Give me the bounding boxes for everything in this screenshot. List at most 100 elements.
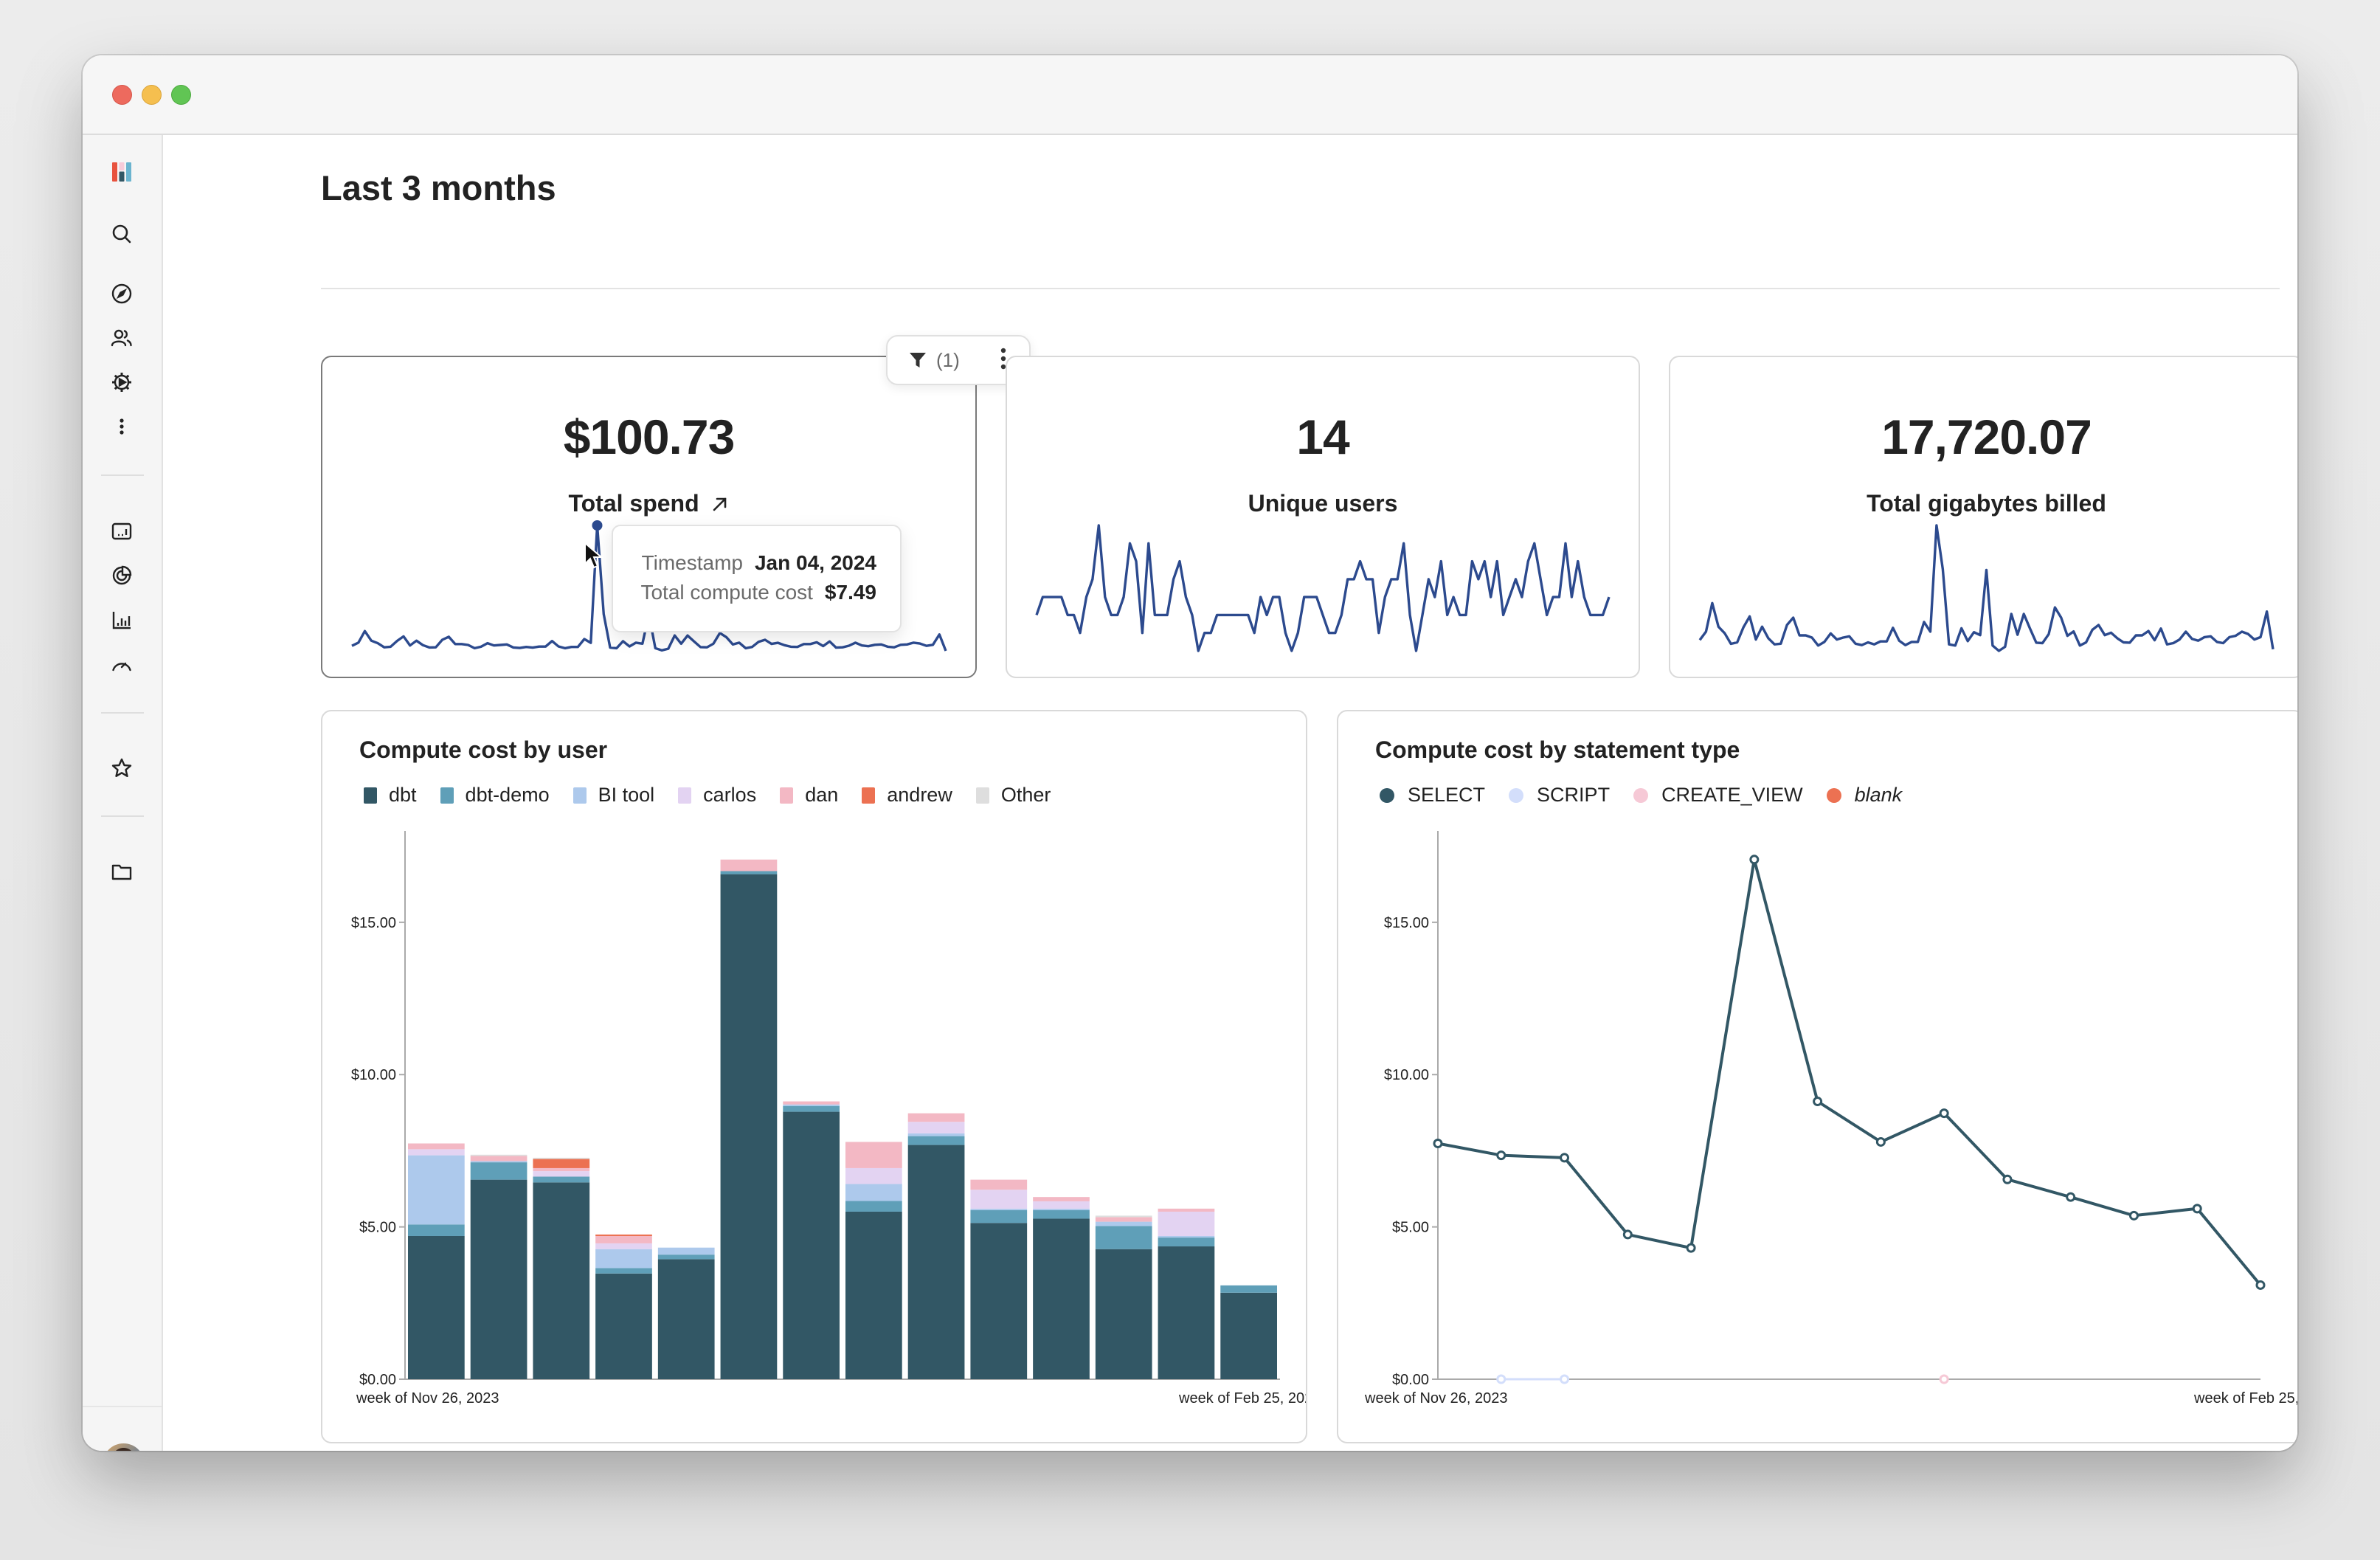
bar-segment-bi-tool [783, 1104, 840, 1106]
chart-plot: $0.00 $5.00 $10.00 $15.00 week of Nov 26, 20… [322, 822, 1321, 1442]
legend-item[interactable]: BI tool [572, 784, 655, 807]
filter-button[interactable]: (1) [908, 349, 960, 372]
bar-segment-dbt-demo [845, 1201, 902, 1212]
sidebar-item-folders[interactable] [107, 857, 136, 886]
pie-chart-icon [112, 565, 132, 585]
bar-segment-dbt [1220, 1292, 1277, 1379]
legend-label: BI tool [598, 784, 655, 806]
legend-item[interactable]: andrew [862, 784, 952, 807]
y-tick-label: $0.00 [359, 1372, 396, 1388]
sidebar-item-explore[interactable] [107, 279, 136, 308]
legend-label: blank [1854, 784, 1903, 806]
sparkline[interactable] [1035, 520, 1611, 660]
y-tick-label: $15.00 [1384, 915, 1429, 931]
sidebar-item-users[interactable] [107, 323, 136, 353]
legend-swatch [440, 787, 454, 804]
data-point-select [2066, 1192, 2076, 1202]
sidebar-item-reports[interactable] [107, 605, 136, 635]
bar-segment-dbt-demo [1033, 1209, 1090, 1219]
kpi-label: Unique users [1248, 490, 1398, 517]
bar-segment-dbt [595, 1273, 652, 1379]
bar-segment-dan [783, 1101, 840, 1105]
legend-label: dbt [389, 784, 417, 806]
bar-segment-dan [1095, 1217, 1152, 1222]
chart-plot: $0.00 $5.00 $10.00 $15.00 week of Nov 26, 20… [1338, 822, 2297, 1442]
bar-segment-dbt [1158, 1246, 1215, 1379]
bar-segment-dan [470, 1156, 527, 1162]
x-tick-label: week of Feb 25, 2024 [2193, 1390, 2297, 1407]
legend-item[interactable]: blank [1826, 784, 1903, 807]
arrow-up-right-icon [713, 497, 726, 511]
bar-segment-bi-tool [470, 1161, 527, 1163]
sparkline-svg [1698, 524, 2275, 652]
stacked-bar-chart: $0.00 $5.00 $10.00 $15.00 week of Nov 26, 20… [351, 831, 1321, 1407]
bar-segment-dbt-demo [408, 1224, 465, 1236]
data-point-select [1939, 1108, 1949, 1119]
bar-segment-carlos [1158, 1211, 1215, 1236]
kpi-card-gigabytes-billed[interactable]: 17,720.07 Total gigabytes billed [1669, 356, 2297, 678]
bar-segment-other [470, 1154, 527, 1156]
user-avatar[interactable] [103, 1443, 145, 1451]
sidebar-item-settings[interactable] [107, 367, 136, 397]
legend-item[interactable]: dan [780, 784, 838, 807]
sidebar-item-dashboards[interactable] [107, 517, 136, 546]
legend-label: CREATE_VIEW [1661, 784, 1803, 806]
bar-segment-dbt [657, 1259, 715, 1379]
bar-segment-dan [720, 859, 778, 872]
logo-icon [112, 162, 131, 182]
bar-segment-andrew [595, 1234, 652, 1236]
kpi-label[interactable]: Total spend [322, 490, 975, 517]
sidebar-item-more[interactable] [107, 412, 136, 441]
minimize-window-button[interactable] [142, 85, 162, 105]
legend-label: carlos [703, 784, 757, 806]
sidebar-item-search[interactable] [107, 219, 136, 249]
legend-swatch [1633, 787, 1649, 803]
bar-segment-bi-tool [408, 1155, 465, 1225]
bar-segment-dbt [720, 874, 778, 1379]
kpi-card-total-spend[interactable]: $100.73 Total spend (1) Timestamp Jan 04… [321, 335, 1031, 678]
bar-segment-bi-tool [845, 1184, 902, 1201]
y-tick-label: $10.00 [351, 1067, 396, 1083]
kpi-value: $100.73 [563, 410, 736, 464]
sidebar-item-metrics[interactable] [107, 649, 136, 679]
filter-count: (1) [936, 348, 960, 371]
bar-segment-andrew [533, 1159, 590, 1168]
bar-segment-bi-tool [1095, 1221, 1152, 1226]
bar-segment-carlos [408, 1149, 465, 1156]
dashboard-icon [111, 522, 132, 540]
legend-label: SELECT [1408, 784, 1486, 806]
star-icon [111, 758, 132, 777]
legend-item[interactable]: carlos [678, 784, 756, 807]
bar-segment-dan [970, 1179, 1028, 1190]
legend-swatch [975, 787, 989, 804]
more-vertical-icon [120, 418, 124, 435]
app-logo[interactable] [107, 157, 136, 187]
sparkline-path [1698, 524, 2275, 652]
bar-segment-dbt-demo [470, 1162, 527, 1180]
x-tick-label: week of Nov 26, 2023 [1364, 1390, 1507, 1407]
gauge-icon [112, 662, 131, 672]
legend-item[interactable]: dbt-demo [440, 784, 550, 807]
bar-segment-dbt [408, 1235, 465, 1379]
maximize-window-button[interactable] [171, 85, 191, 105]
series-line-select [1437, 857, 2262, 1286]
legend-item[interactable]: dbt [364, 784, 417, 807]
compass-icon [111, 283, 132, 304]
sparkline[interactable] [1698, 520, 2275, 660]
data-point-select [2255, 1280, 2266, 1290]
legend-item[interactable]: SCRIPT [1509, 784, 1610, 807]
legend-item[interactable]: SELECT [1380, 784, 1485, 807]
chart-title: Compute cost by statement type [1375, 736, 1740, 763]
y-tick-label: $10.00 [1384, 1067, 1429, 1083]
legend-swatch [1509, 787, 1524, 803]
legend-item[interactable]: Other [975, 784, 1051, 807]
legend-item[interactable]: CREATE_VIEW [1633, 784, 1803, 807]
sidebar-divider [83, 1406, 162, 1407]
kpi-card-unique-users[interactable]: 14 Unique users [1006, 356, 1640, 678]
close-window-button[interactable] [112, 85, 132, 105]
sidebar-item-favorites[interactable] [107, 753, 136, 783]
kpi-value: 17,720.07 [1881, 410, 2092, 464]
bar-segment-bi-tool [595, 1249, 652, 1269]
app-window: Last 3 months $100.73 Total spend (1) Ti… [83, 55, 2297, 1451]
sidebar-item-charts[interactable] [107, 561, 136, 590]
